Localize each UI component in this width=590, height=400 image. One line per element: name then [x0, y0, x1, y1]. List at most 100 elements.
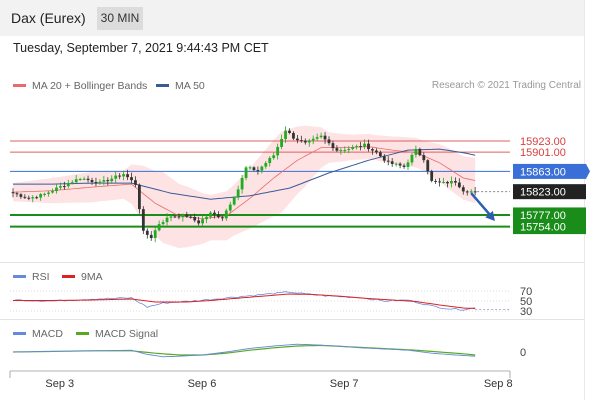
- candle-body: [102, 180, 106, 182]
- candle-body: [256, 170, 260, 172]
- candle-body: [280, 139, 283, 147]
- candle-body: [62, 186, 66, 188]
- candle-body: [252, 167, 256, 171]
- candle-body: [292, 132, 295, 139]
- candle-body: [59, 186, 62, 188]
- candle-body: [138, 184, 141, 210]
- candle-body: [149, 234, 153, 239]
- candle-body: [220, 217, 224, 219]
- candle-body: [161, 222, 165, 225]
- candle-body: [410, 154, 414, 163]
- candle-body: [414, 148, 418, 155]
- candle-body: [141, 209, 145, 231]
- candle-body: [145, 230, 149, 235]
- candle-body: [457, 182, 461, 188]
- candle-body: [454, 181, 457, 183]
- candle-body: [359, 146, 362, 148]
- candle-body: [378, 152, 382, 157]
- candle-body: [66, 183, 70, 187]
- rsi-tick-2: 30: [520, 306, 532, 318]
- candle-body: [450, 181, 453, 184]
- candle-body: [189, 216, 193, 218]
- candle-body: [386, 160, 390, 162]
- candle-body: [193, 216, 197, 221]
- candle-body: [276, 146, 280, 156]
- bollinger-band-area: [13, 125, 476, 248]
- level-label-5: 15754.00: [520, 222, 566, 234]
- candle-body: [236, 189, 240, 198]
- candle-body: [90, 180, 94, 183]
- candle-body: [272, 155, 276, 158]
- candle-body: [209, 212, 212, 217]
- candle-body: [201, 219, 204, 224]
- candle-body: [473, 191, 477, 193]
- candle-body: [165, 217, 169, 223]
- candle-body: [39, 194, 43, 198]
- candle-body: [323, 135, 327, 140]
- candle-body: [288, 130, 291, 133]
- candle-body: [296, 138, 299, 141]
- candle-body: [382, 156, 386, 161]
- candle-body: [70, 182, 74, 184]
- candle-body: [311, 138, 315, 141]
- candle-body: [367, 143, 370, 150]
- level-label-2: 15863.00: [520, 166, 566, 178]
- x-tick-label-0: Sep 3: [45, 378, 74, 390]
- candle-body: [430, 171, 434, 181]
- candle-body: [118, 175, 122, 177]
- candle-body: [446, 181, 449, 184]
- candle-body: [339, 150, 343, 152]
- candle-body: [232, 197, 236, 205]
- candle-body: [181, 214, 185, 218]
- candle-body: [43, 193, 46, 195]
- candle-body: [213, 212, 216, 215]
- candle-body: [224, 210, 228, 219]
- candle-body: [106, 180, 110, 182]
- candle-body: [126, 174, 129, 178]
- candle-body: [185, 214, 189, 217]
- candle-body: [177, 216, 181, 218]
- level-label-tip-icon: [586, 163, 590, 179]
- price-chart: 15923.0015901.0015863.0015823.0015777.00…: [9, 125, 590, 390]
- candle-body: [406, 162, 410, 167]
- candle-body: [217, 214, 220, 218]
- candle-body: [19, 194, 23, 197]
- candle-body: [122, 174, 125, 177]
- candle-body: [248, 167, 252, 169]
- candle-body: [173, 216, 177, 218]
- candle-body: [31, 197, 35, 199]
- candle-body: [434, 180, 438, 182]
- candle-body: [78, 179, 82, 181]
- candle-body: [343, 149, 347, 151]
- candle-body: [469, 191, 473, 193]
- candle-body: [375, 150, 378, 153]
- candle-body: [465, 191, 469, 193]
- candle-body: [327, 139, 331, 144]
- candle-body: [442, 181, 445, 183]
- candle-body: [402, 165, 406, 167]
- candle-body: [319, 135, 323, 138]
- candle-body: [94, 182, 98, 184]
- forecast-arrow: [470, 192, 493, 218]
- candle-body: [114, 175, 118, 179]
- candle-body: [335, 148, 339, 151]
- candle-body: [461, 187, 465, 192]
- candle-body: [130, 177, 133, 181]
- candle-body: [11, 192, 15, 194]
- candle-body: [264, 162, 268, 167]
- candle-body: [27, 197, 31, 199]
- candle-body: [82, 178, 86, 180]
- candle-body: [422, 155, 426, 161]
- candle-body: [363, 143, 366, 147]
- candle-body: [98, 181, 102, 184]
- candle-body: [134, 180, 137, 185]
- candle-body: [299, 140, 303, 142]
- candle-body: [244, 167, 248, 178]
- candle-body: [438, 181, 441, 183]
- x-tick-label-1: Sep 6: [188, 378, 217, 390]
- candle-body: [47, 192, 50, 194]
- candle-body: [240, 177, 244, 190]
- candle-body: [260, 166, 264, 171]
- candle-body: [315, 137, 319, 139]
- candle-body: [390, 161, 394, 164]
